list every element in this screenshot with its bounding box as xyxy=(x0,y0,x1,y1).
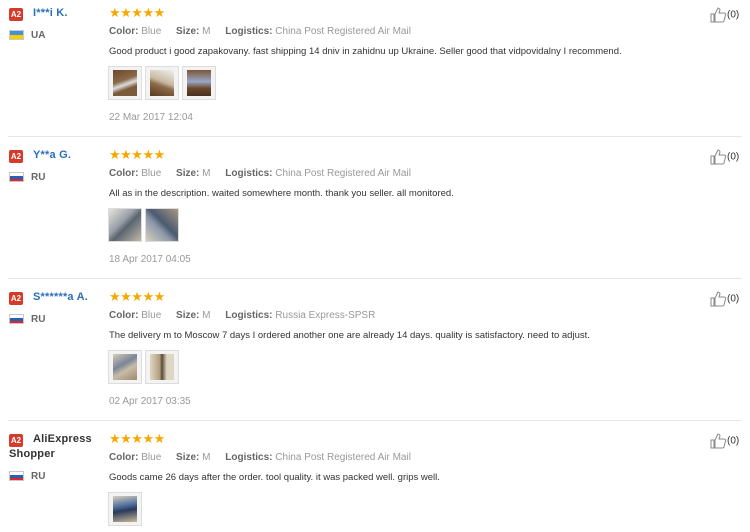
size-label: Size: xyxy=(176,452,200,463)
review-photos xyxy=(108,350,182,386)
color-label: Color: xyxy=(109,452,139,463)
review-item: A2 I***i K. UA ★★★★★ Color: Blue Size: M… xyxy=(0,0,750,136)
thumbs-up-icon xyxy=(710,7,727,23)
review-item: A2 Y**a G. RU ★★★★★ Color: Blue Size: M … xyxy=(0,142,750,278)
order-info: Color: Blue Size: M Logistics: China Pos… xyxy=(109,26,411,37)
star-rating: ★★★★★ xyxy=(109,147,165,162)
thumbs-up-icon xyxy=(710,149,727,165)
star-rating: ★★★★★ xyxy=(109,289,165,304)
logistics-label: Logistics: xyxy=(225,310,273,321)
reviewer-name: Y**a G. xyxy=(33,149,72,161)
color-value: Blue xyxy=(141,452,162,463)
star-rating: ★★★★★ xyxy=(109,5,165,20)
review-photo-thumbnail[interactable] xyxy=(108,350,142,384)
order-info: Color: Blue Size: M Logistics: China Pos… xyxy=(109,168,411,179)
helpful-count: (0) xyxy=(727,435,740,447)
helpful-button[interactable]: (0) xyxy=(710,433,739,449)
review-divider xyxy=(8,136,742,137)
buyer-level-badge: A2 xyxy=(9,292,23,305)
helpful-count: (0) xyxy=(727,293,740,305)
logistics-label: Logistics: xyxy=(225,452,273,463)
country-flag-icon xyxy=(9,314,24,324)
reviewer-name: AliExpress Shopper xyxy=(9,433,92,460)
logistics-value: Russia Express-SPSR xyxy=(275,310,376,321)
review-photos xyxy=(108,492,145,528)
country-code: UA xyxy=(31,30,46,41)
review-text: All as in the description. waited somewh… xyxy=(109,188,454,199)
review-photo-thumbnail[interactable] xyxy=(145,208,179,242)
reviewer-name: I***i K. xyxy=(33,7,68,19)
helpful-button[interactable]: (0) xyxy=(710,7,739,23)
helpful-count: (0) xyxy=(727,9,740,21)
review-divider xyxy=(8,420,742,421)
color-label: Color: xyxy=(109,26,139,37)
review-photo-thumbnail[interactable] xyxy=(145,350,179,384)
helpful-count: (0) xyxy=(727,151,740,163)
star-rating: ★★★★★ xyxy=(109,431,165,446)
country-code: RU xyxy=(31,471,46,482)
review-item: A2 S******a A. RU ★★★★★ Color: Blue Size… xyxy=(0,284,750,420)
size-value: M xyxy=(202,168,211,179)
review-photo-thumbnail[interactable] xyxy=(108,66,142,100)
review-photos xyxy=(108,208,182,244)
order-info: Color: Blue Size: M Logistics: Russia Ex… xyxy=(109,310,375,321)
review-divider xyxy=(8,278,742,279)
size-value: M xyxy=(202,310,211,321)
review-text: Goods came 26 days after the order. tool… xyxy=(109,472,440,483)
country-code: RU xyxy=(31,172,46,183)
country-flag-icon xyxy=(9,30,24,40)
review-photos xyxy=(108,66,219,102)
color-label: Color: xyxy=(109,168,139,179)
size-value: M xyxy=(202,26,211,37)
review-photo-thumbnail[interactable] xyxy=(108,208,142,242)
color-value: Blue xyxy=(141,26,162,37)
helpful-button[interactable]: (0) xyxy=(710,149,739,165)
review-item: A2 AliExpress Shopper RU ★★★★★ Color: Bl… xyxy=(0,426,750,532)
review-date: 18 Apr 2017 04:05 xyxy=(109,254,191,265)
helpful-button[interactable]: (0) xyxy=(710,291,739,307)
buyer-level-badge: A2 xyxy=(9,8,23,21)
logistics-value: China Post Registered Air Mail xyxy=(275,168,411,179)
logistics-label: Logistics: xyxy=(225,168,273,179)
size-label: Size: xyxy=(176,168,200,179)
color-value: Blue xyxy=(141,310,162,321)
logistics-value: China Post Registered Air Mail xyxy=(275,26,411,37)
country-code: RU xyxy=(31,314,46,325)
review-photo-thumbnail[interactable] xyxy=(108,492,142,526)
review-text: The delivery m to Moscow 7 days I ordere… xyxy=(109,330,590,341)
review-photo-thumbnail[interactable] xyxy=(182,66,216,100)
size-label: Size: xyxy=(176,310,200,321)
review-photo-thumbnail[interactable] xyxy=(145,66,179,100)
reviewer-name: S******a A. xyxy=(33,291,88,303)
country-flag-icon xyxy=(9,471,24,481)
order-info: Color: Blue Size: M Logistics: China Pos… xyxy=(109,452,411,463)
color-label: Color: xyxy=(109,310,139,321)
review-date: 02 Apr 2017 03:35 xyxy=(109,396,191,407)
thumbs-up-icon xyxy=(710,291,727,307)
size-value: M xyxy=(202,452,211,463)
review-date: 22 Mar 2017 12:04 xyxy=(109,112,193,123)
logistics-label: Logistics: xyxy=(225,26,273,37)
size-label: Size: xyxy=(176,26,200,37)
country-flag-icon xyxy=(9,172,24,182)
thumbs-up-icon xyxy=(710,433,727,449)
review-text: Good product i good zapakovany. fast shi… xyxy=(109,46,622,57)
color-value: Blue xyxy=(141,168,162,179)
buyer-level-badge: A2 xyxy=(9,150,23,163)
logistics-value: China Post Registered Air Mail xyxy=(275,452,411,463)
